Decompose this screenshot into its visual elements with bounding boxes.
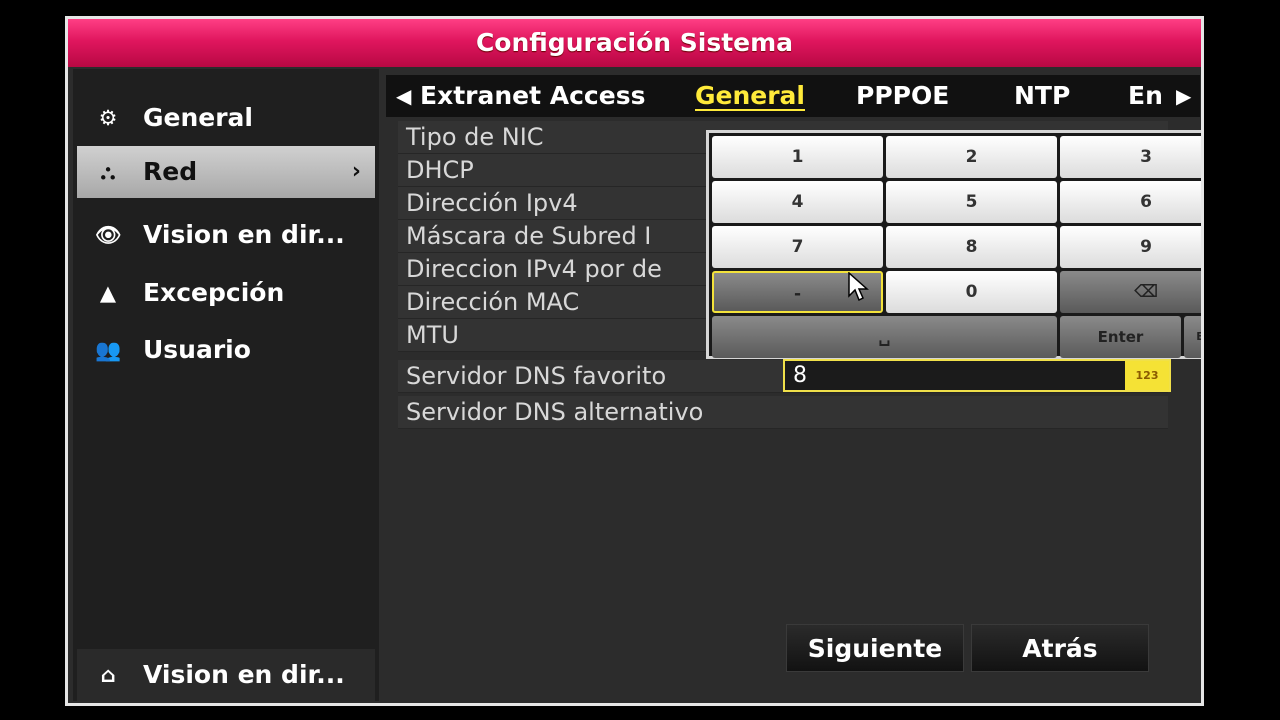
back-button[interactable]: Atrás (971, 624, 1149, 672)
tab-scroll-left-icon[interactable]: ◀ (396, 75, 411, 117)
field-label: Direccion IPv4 por de (406, 255, 662, 283)
key-6[interactable]: 6 (1060, 181, 1201, 223)
row-dns-alternate[interactable]: Servidor DNS alternativo (398, 396, 1168, 429)
key-enter[interactable]: Enter (1060, 316, 1181, 358)
mouse-cursor-icon (848, 272, 869, 302)
key-space[interactable]: ␣ (712, 316, 1057, 358)
field-label: Dirección MAC (406, 288, 580, 316)
tab-bar: ◀ Extranet Access General PPPOE NTP En ▶ (386, 75, 1200, 117)
tab-email[interactable]: En (1128, 75, 1163, 117)
field-label: MTU (406, 321, 459, 349)
backspace-icon: ⌫ (1133, 282, 1159, 302)
sidebar: ⚙ General ⛬ Red › 👁 Vision en dir... ▲ E… (73, 69, 379, 701)
sidebar-item-label: Excepción (143, 278, 285, 307)
sidebar-item-label: Red (143, 157, 198, 186)
settings-window: Configuración Sistema ⚙ General ⛬ Red › … (65, 16, 1204, 706)
field-label: Servidor DNS favorito (406, 362, 667, 390)
key-5[interactable]: 5 (886, 181, 1057, 223)
sidebar-item-vision[interactable]: 👁 Vision en dir... (77, 209, 375, 261)
key-0[interactable]: 0 (886, 271, 1057, 313)
key-backspace[interactable]: ⌫ (1060, 271, 1201, 313)
key-esc[interactable]: ESC (1184, 316, 1201, 358)
field-label: Tipo de NIC (406, 123, 544, 151)
sidebar-item-label: Usuario (143, 335, 251, 364)
sidebar-item-usuario[interactable]: 👥 Usuario (77, 324, 375, 376)
field-label: Servidor DNS alternativo (406, 398, 704, 426)
input-mode-badge[interactable]: 123 (1125, 361, 1169, 390)
sidebar-item-label: Vision en dir... (143, 220, 345, 249)
field-label: DHCP (406, 156, 474, 184)
gear-icon: ⚙ (98, 106, 118, 130)
numeric-keypad: 1 2 3 4 5 6 7 8 9 - 0 ⌫ ␣ Enter ESC (706, 130, 1201, 359)
field-label: Dirección Ipv4 (406, 189, 578, 217)
sidebar-item-label: General (143, 103, 253, 132)
key-7[interactable]: 7 (712, 226, 883, 268)
key-2[interactable]: 2 (886, 136, 1057, 178)
sidebar-live-view-button[interactable]: ⌂ Vision en dir... (77, 649, 375, 701)
dns-input-value: 8 (793, 363, 807, 388)
key-4[interactable]: 4 (712, 181, 883, 223)
window-title: Configuración Sistema (68, 19, 1201, 67)
key-9[interactable]: 9 (1060, 226, 1201, 268)
sidebar-item-excepcion[interactable]: ▲ Excepción (77, 267, 375, 319)
tab-pppoe[interactable]: PPPOE (856, 75, 949, 117)
key-3[interactable]: 3 (1060, 136, 1201, 178)
warning-icon: ▲ (99, 281, 117, 305)
network-icon: ⛬ (100, 160, 116, 184)
space-icon: ␣ (878, 327, 891, 347)
dns-preferred-input[interactable]: 8 123 (783, 359, 1171, 392)
eye-icon: 👁 (95, 223, 122, 247)
chevron-right-icon: › (351, 159, 361, 184)
key-1[interactable]: 1 (712, 136, 883, 178)
sidebar-item-label: Vision en dir... (143, 660, 345, 689)
key-8[interactable]: 8 (886, 226, 1057, 268)
home-icon: ⌂ (100, 663, 116, 687)
tab-extranet-access[interactable]: Extranet Access (420, 75, 645, 117)
next-button[interactable]: Siguiente (786, 624, 964, 672)
tab-ntp[interactable]: NTP (1014, 75, 1070, 117)
sidebar-item-red[interactable]: ⛬ Red › (77, 146, 375, 198)
field-label: Máscara de Subred I (406, 222, 652, 250)
sidebar-item-general[interactable]: ⚙ General (77, 92, 375, 144)
tab-general[interactable]: General (695, 75, 805, 117)
tab-scroll-right-icon[interactable]: ▶ (1176, 75, 1191, 117)
users-icon: 👥 (95, 338, 122, 362)
